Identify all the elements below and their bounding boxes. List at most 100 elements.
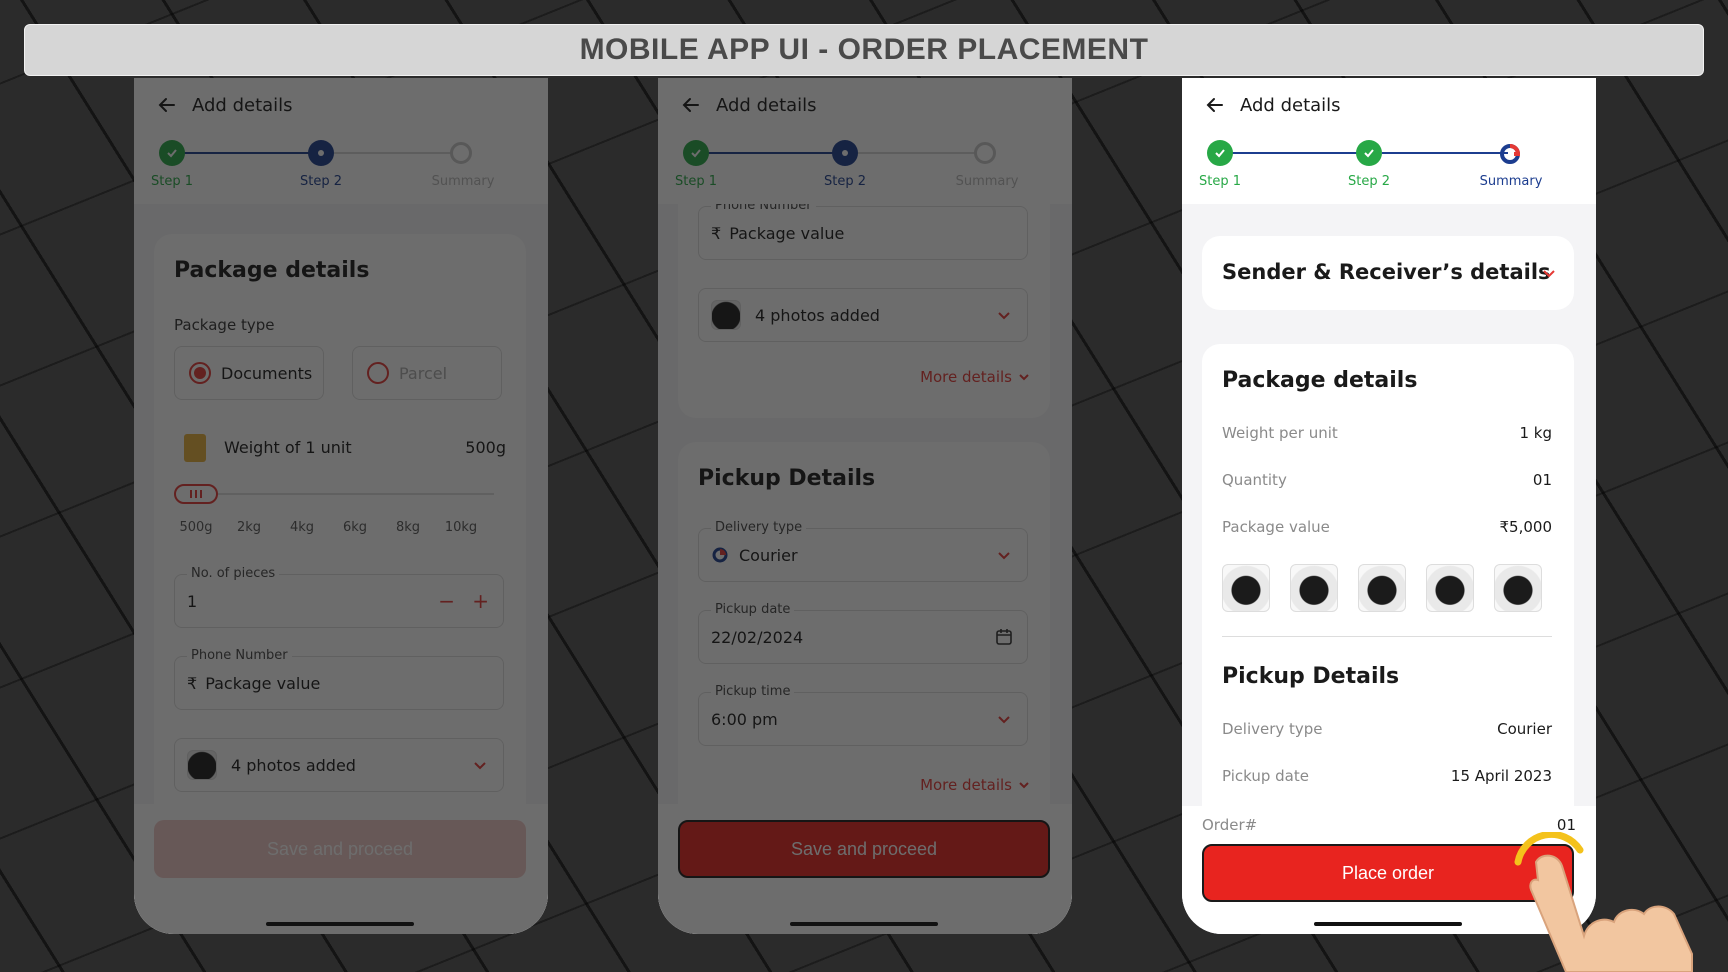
delivery-type-value: Courier: [1497, 720, 1552, 738]
slider-tick-label: 4kg: [289, 520, 315, 535]
pickup-date-value: 22/02/2024: [711, 627, 804, 647]
quantity-key: Quantity: [1222, 471, 1287, 489]
banner-title: MOBILE APP UI - ORDER PLACEMENT: [24, 24, 1704, 76]
pieces-value: 1: [187, 591, 198, 611]
sender-receiver-accordion[interactable]: Sender & Receiver’s details: [1202, 236, 1574, 310]
divider: [1222, 636, 1552, 637]
radio-unselected-icon: [367, 362, 389, 384]
documents-label: Documents: [221, 363, 313, 383]
pickup-time-select[interactable]: Pickup time 6:00 pm: [698, 684, 1028, 746]
more-details-text: More details: [920, 368, 1012, 386]
step-2-label: Step 2: [1347, 174, 1390, 189]
pieces-field[interactable]: No. of pieces 1 − +: [174, 566, 504, 628]
weight-value: 500g: [465, 438, 506, 457]
stepper: Step 1 Step 2 Summary: [134, 138, 548, 189]
step-2-dot-icon: [832, 140, 858, 166]
stepper: Step 1 Step 2 Summary: [658, 138, 1072, 189]
slider-tick-label: 10kg: [444, 520, 478, 535]
home-indicator: [790, 922, 938, 926]
pickup-date-row: Pickup date 15 April 2023: [1222, 767, 1552, 785]
slider-tick-label: 8kg: [395, 520, 421, 535]
photos-dropdown[interactable]: 4 photos added: [174, 738, 504, 792]
delivery-type-select[interactable]: Delivery type Courier: [698, 520, 1028, 582]
package-details-card: Package details Package type Documents P…: [154, 234, 526, 854]
photo-thumb-icon: [711, 300, 741, 330]
order-label: Order#: [1202, 816, 1258, 834]
quantity-row: Quantity 01: [1222, 471, 1552, 489]
chevron-down-icon: [1019, 374, 1029, 381]
home-indicator: [266, 922, 414, 926]
calendar-icon[interactable]: [995, 628, 1013, 646]
delivery-type-value: Courier: [739, 545, 798, 565]
parcel-label: Parcel: [399, 363, 448, 383]
photo-thumb-icon: [187, 750, 217, 780]
bottom-bar: Save and proceed: [658, 804, 1072, 934]
weight-key: Weight per unit: [1222, 424, 1338, 442]
phone-screen-step-1: Add details Step 1 Step 2 Summary Packag…: [134, 78, 548, 934]
photos-dropdown[interactable]: 4 photos added: [698, 288, 1028, 342]
back-arrow-icon[interactable]: [1204, 94, 1226, 116]
photos-text: 4 photos added: [755, 305, 880, 325]
pickup-time-value: 6:00 pm: [711, 709, 778, 729]
photos-text: 4 photos added: [231, 755, 356, 775]
package-photo[interactable]: [1290, 564, 1338, 612]
documents-option[interactable]: Documents: [174, 346, 324, 400]
phone-screen-step-2: Phone Number ₹ Package value 4 photos ad…: [658, 78, 1072, 934]
step-2-dot-icon: [308, 140, 334, 166]
package-value-key: Package value: [1222, 518, 1330, 536]
package-value-field[interactable]: Phone Number ₹ Package value: [174, 648, 504, 710]
package-photo[interactable]: [1494, 564, 1542, 612]
more-details-link[interactable]: More details: [920, 776, 1030, 794]
chevron-down-icon[interactable]: [1542, 266, 1556, 280]
weight-value: 1 kg: [1519, 424, 1552, 442]
pickup-date-field[interactable]: Pickup date 22/02/2024: [698, 602, 1028, 664]
package-value-placeholder: Package value: [205, 673, 321, 693]
chevron-down-icon: [474, 762, 486, 770]
back-arrow-icon[interactable]: [156, 94, 178, 116]
slider-tick-label: 6kg: [342, 520, 368, 535]
quantity-value: 01: [1532, 471, 1552, 489]
summary-label: Summary: [955, 174, 1019, 189]
package-details-title: Package details: [1222, 368, 1418, 393]
chevron-down-icon: [998, 312, 1010, 320]
package-photo[interactable]: [1222, 564, 1270, 612]
summary-details-card: Package details Weight per unit 1 kg Quan…: [1202, 344, 1574, 824]
courier-logo-icon: [712, 547, 728, 563]
pickup-details-title: Pickup Details: [1222, 664, 1400, 689]
package-value-field[interactable]: Phone Number ₹ Package value: [698, 198, 1028, 260]
package-value-placeholder: Package value: [729, 223, 845, 243]
minus-icon[interactable]: −: [438, 589, 455, 613]
package-value-row: Package value ₹5,000: [1222, 518, 1552, 536]
bottom-bar: Save and proceed: [134, 804, 548, 934]
chevron-down-icon: [998, 716, 1010, 724]
step-1-label: Step 1: [1198, 174, 1241, 189]
pickup-date-key: Pickup date: [1222, 767, 1309, 785]
summary-dot-icon: [450, 142, 472, 164]
weight-label: Weight of 1 unit: [224, 438, 352, 457]
package-photo[interactable]: [1358, 564, 1406, 612]
weight-slider-handle[interactable]: [174, 484, 218, 504]
radio-selected-icon: [189, 362, 211, 384]
pickup-date-value: 15 April 2023: [1450, 767, 1552, 785]
package-type-label: Package type: [174, 316, 275, 334]
photo-gallery: [1222, 564, 1552, 614]
rupee-icon: ₹: [711, 223, 722, 243]
pickup-date-label: Pickup date: [711, 602, 795, 617]
pickup-time-label: Pickup time: [711, 684, 795, 699]
back-arrow-icon[interactable]: [680, 94, 702, 116]
plus-icon[interactable]: +: [472, 589, 489, 613]
save-and-proceed-button[interactable]: Save and proceed: [154, 820, 526, 878]
weight-row: Weight per unit 1 kg: [1222, 424, 1552, 442]
step-2-check-icon: [1356, 140, 1382, 166]
home-indicator: [1314, 922, 1462, 926]
weight-slider-track[interactable]: [194, 493, 494, 495]
step-1-check-icon: [683, 140, 709, 166]
pieces-label: No. of pieces: [187, 566, 280, 581]
save-and-proceed-button[interactable]: Save and proceed: [678, 820, 1050, 878]
more-details-link[interactable]: More details: [920, 368, 1030, 386]
box-icon: [184, 434, 206, 462]
parcel-option[interactable]: Parcel: [352, 346, 502, 400]
pickup-details-title: Pickup Details: [698, 466, 876, 491]
package-photo[interactable]: [1426, 564, 1474, 612]
header-title: Add details: [192, 94, 293, 116]
